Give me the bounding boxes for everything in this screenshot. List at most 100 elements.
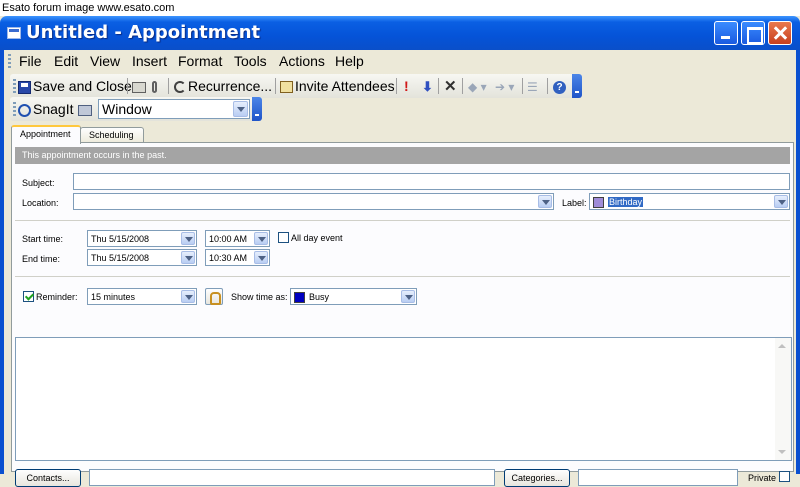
toolbar-options-chevron[interactable] (572, 74, 582, 98)
importance-low-button[interactable]: ⬇ (422, 77, 433, 95)
save-icon (18, 80, 31, 94)
location-combobox[interactable] (73, 193, 554, 210)
menubar-grip[interactable] (8, 54, 11, 68)
divider (15, 276, 790, 277)
label-value: Birthday (608, 197, 644, 207)
end-date-picker[interactable]: Thu 5/15/2008 (87, 249, 197, 266)
chevron-down-icon[interactable] (401, 290, 415, 303)
importance-high-button[interactable]: ! (404, 77, 409, 95)
toolbar-separator (522, 78, 523, 94)
menu-file[interactable]: File (19, 53, 42, 69)
snagit-capture-button[interactable] (78, 100, 92, 118)
snagit-mode-dropdown[interactable]: Window (98, 99, 250, 119)
bell-icon[interactable] (205, 288, 223, 305)
invite-attendees-icon (280, 81, 293, 94)
toolbar-separator (396, 78, 397, 94)
appointment-panel: Appointment Scheduling This appointment … (4, 124, 796, 487)
toolbar-separator (547, 78, 548, 94)
title-bar[interactable]: Untitled - Appointment (0, 16, 800, 50)
help-button[interactable]: ? (553, 77, 566, 95)
x-icon: ✕ (444, 78, 457, 95)
info-bar: This appointment occurs in the past. (15, 147, 790, 164)
location-label: Location: (22, 198, 59, 208)
reminder-dropdown[interactable]: 15 minutes (87, 288, 197, 305)
snagit-label: SnagIt (33, 101, 74, 117)
chevron-down-icon[interactable] (254, 251, 268, 264)
end-date-value: Thu 5/15/2008 (91, 253, 150, 263)
recurrence-button[interactable]: Recurrence... (174, 77, 272, 95)
reminder-value: 15 minutes (91, 292, 136, 302)
toolbar-separator (462, 78, 463, 94)
tab-appointment[interactable]: Appointment (11, 125, 81, 144)
categories-button[interactable]: Categories... (504, 469, 570, 487)
recurrence-icon (174, 81, 186, 94)
menu-format[interactable]: Format (178, 53, 222, 69)
print-button[interactable] (132, 77, 146, 95)
toolbar-separator (438, 78, 439, 94)
print-icon (132, 81, 146, 93)
appointment-app-icon[interactable] (7, 27, 21, 39)
chevron-down-icon[interactable] (181, 251, 195, 264)
toolbar-options-chevron[interactable] (252, 97, 262, 121)
menu-actions[interactable]: Actions (279, 53, 325, 69)
maximize-button[interactable] (741, 21, 765, 45)
label-dropdown[interactable]: Birthday (589, 193, 790, 210)
chevron-down-icon[interactable] (181, 232, 195, 245)
window-title: Untitled - Appointment (26, 22, 261, 43)
busy-color-swatch (294, 292, 305, 304)
down-arrow-icon: ⬇ (422, 79, 433, 94)
snagit-mode-value: Window (102, 101, 152, 117)
all-day-label: All day event (291, 233, 343, 243)
menu-tools[interactable]: Tools (234, 53, 267, 69)
close-button[interactable] (768, 21, 792, 45)
label-color-swatch (593, 197, 604, 209)
invite-attendees-label: Invite Attendees (295, 78, 395, 94)
next-item-button[interactable]: ➔ ▾ (495, 77, 514, 95)
contacts-input[interactable] (89, 469, 495, 486)
chevron-down-icon[interactable] (233, 101, 248, 117)
delete-button[interactable]: ✕ (444, 77, 457, 95)
chevron-down-icon[interactable] (181, 290, 195, 303)
menu-view[interactable]: View (90, 53, 120, 69)
window-frame-right (796, 50, 800, 474)
save-and-close-button[interactable]: Save and Close (18, 77, 132, 95)
end-time-label: End time: (22, 254, 61, 264)
notes-scrollbar[interactable] (775, 338, 791, 460)
contacts-button[interactable]: Contacts... (15, 469, 81, 487)
categories-input[interactable] (578, 469, 738, 486)
chevron-down-icon[interactable] (538, 195, 552, 208)
menu-edit[interactable]: Edit (54, 53, 78, 69)
previous-item-button[interactable]: ◆ ▾ (468, 77, 487, 95)
scroll-down-icon[interactable] (778, 450, 786, 454)
private-checkbox[interactable] (779, 471, 790, 482)
invite-attendees-button[interactable]: Invite Attendees (280, 77, 395, 95)
start-time-dropdown[interactable]: 10:00 AM (205, 230, 270, 247)
snagit-toolbar: SnagIt Window (10, 97, 262, 121)
toolbar-separator (127, 78, 128, 94)
toolbar-grip[interactable] (13, 79, 16, 93)
attach-file-button[interactable] (152, 77, 157, 95)
start-date-picker[interactable]: Thu 5/15/2008 (87, 230, 197, 247)
show-time-as-dropdown[interactable]: Busy (290, 288, 417, 305)
scroll-up-icon[interactable] (778, 344, 786, 348)
chevron-down-icon[interactable] (254, 232, 268, 245)
snagit-button[interactable]: SnagIt (18, 100, 73, 118)
snagit-icon (18, 103, 31, 117)
menu-insert[interactable]: Insert (132, 53, 167, 69)
chevron-down-icon[interactable] (774, 195, 788, 208)
end-time-dropdown[interactable]: 10:30 AM (205, 249, 270, 266)
exclamation-icon: ! (404, 78, 409, 94)
subject-input[interactable] (73, 173, 790, 190)
start-date-value: Thu 5/15/2008 (91, 234, 150, 244)
forum-watermark-banner: Esato forum image www.esato.com (0, 0, 800, 16)
notes-textarea[interactable] (15, 337, 792, 461)
toolbar-grip[interactable] (13, 102, 16, 116)
divider (15, 220, 790, 221)
reminder-checkbox[interactable] (23, 291, 34, 302)
toolbar-separator (168, 78, 169, 94)
menu-help[interactable]: Help (335, 53, 364, 69)
all-day-checkbox[interactable] (278, 232, 289, 243)
address-book-button[interactable]: ☰ (527, 77, 538, 95)
minimize-button[interactable] (714, 21, 738, 45)
standard-toolbar: Save and Close Recurrence... Invite Atte… (10, 74, 582, 98)
